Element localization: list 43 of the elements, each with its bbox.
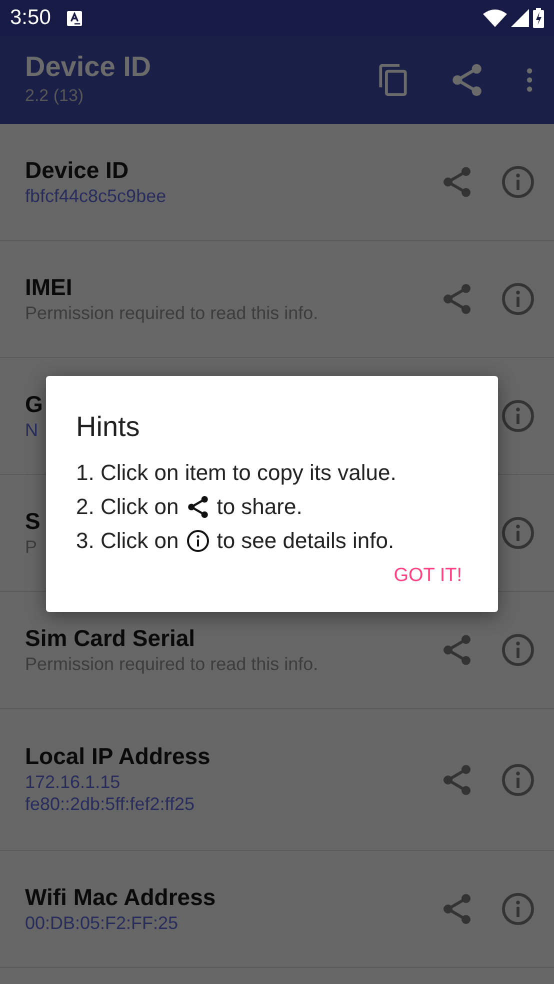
- info-icon[interactable]: [502, 400, 534, 432]
- more-options-icon[interactable]: [524, 67, 534, 93]
- item-title: Sim Card Serial: [25, 624, 196, 653]
- hint-text: to share.: [216, 493, 302, 521]
- item-value: fbfcf44c8c5c9bee: [25, 184, 166, 208]
- hint-text: 2. Click on: [76, 493, 179, 521]
- info-icon[interactable]: [502, 283, 534, 315]
- wifi-icon: [483, 9, 507, 27]
- share-icon[interactable]: [450, 64, 483, 96]
- info-icon[interactable]: [502, 517, 534, 549]
- info-icon[interactable]: [502, 634, 534, 666]
- item-value: 00:DB:05:F2:FF:25: [25, 912, 180, 934]
- item-title: S: [25, 508, 40, 536]
- share-icon[interactable]: [442, 764, 472, 794]
- info-icon[interactable]: [502, 893, 534, 925]
- notification-icon: [66, 10, 82, 26]
- share-icon[interactable]: [442, 284, 472, 314]
- item-value: N: [25, 418, 39, 442]
- item-title: G: [25, 390, 43, 419]
- app-title: Device ID: [25, 52, 152, 83]
- item-title: Local IP Address: [25, 743, 210, 771]
- copy-icon[interactable]: [376, 64, 409, 96]
- hint-text: to see details info.: [216, 527, 394, 555]
- share-icon[interactable]: [442, 894, 472, 924]
- info-icon[interactable]: [502, 166, 534, 198]
- item-title: Wifi Mac Address: [25, 884, 216, 912]
- hint-text: 1. Click on item to copy its value.: [76, 459, 396, 487]
- dialog-title: Hints: [76, 410, 141, 444]
- hint-text: 3. Click on: [76, 527, 179, 555]
- share-icon: [186, 496, 209, 518]
- battery-charging-icon: [533, 8, 544, 28]
- item-title: Device ID: [25, 156, 130, 185]
- share-icon[interactable]: [442, 635, 472, 665]
- share-icon[interactable]: [442, 167, 472, 197]
- item-title: IMEI: [25, 274, 74, 302]
- info-icon[interactable]: [502, 764, 534, 796]
- info-icon: [186, 530, 209, 552]
- signal-icon: [511, 9, 529, 27]
- app-version: 2.2 (13): [25, 84, 85, 107]
- item-value: 172.16.1.15: [25, 770, 122, 794]
- item-value: fe80::2db:5ff:fef2:ff25: [25, 793, 196, 816]
- status-time: 3:50: [10, 5, 51, 32]
- got-it-button[interactable]: GOT IT!: [388, 558, 468, 594]
